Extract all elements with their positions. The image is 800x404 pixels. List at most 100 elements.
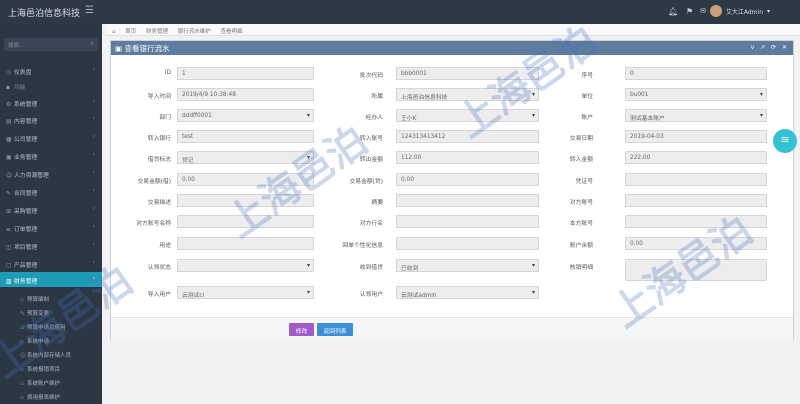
field-input[interactable]: 0 (625, 67, 767, 80)
field-input[interactable]: bbb0001 (396, 67, 539, 80)
sidebar-item-purchase[interactable]: ⊞ 采购管理 ‹ (0, 202, 102, 217)
sidebar-item-project[interactable]: ◫ 项目管理 ‹ (0, 238, 102, 253)
breadcrumb-item[interactable]: 财务管理 (146, 29, 168, 35)
sidebar-item-label: 业务管理 (14, 155, 38, 161)
field-input[interactable]: 0.00 (177, 173, 314, 186)
form-area: ID 1 批次代码 bbb0001 序号 0 导入时间 2019/4/9 10:38:48 所属… (111, 55, 793, 325)
field-select[interactable] (177, 259, 314, 272)
field-select[interactable]: 上海邑泊信息科技 (396, 88, 539, 101)
sidebar-item-label: 财务管理 (14, 279, 38, 285)
field-input[interactable]: test (177, 130, 314, 143)
user-menu[interactable]: ✉ 艾大江Admin ▾ (700, 5, 770, 17)
float-menu-button[interactable]: ≡ (773, 129, 797, 153)
sidebar-subitem[interactable]: ✎ 预算变更 (0, 306, 102, 318)
breadcrumb-item[interactable]: 首页 (125, 29, 136, 35)
search-icon[interactable]: ⌕ (91, 40, 94, 48)
sidebar-item-finance[interactable]: ▥ 财务管理 ‹ (0, 272, 102, 287)
field-select[interactable]: 云测试cl (177, 286, 314, 299)
field-label: 转入金额 (569, 157, 593, 163)
sidebar-subitem-label: 系统报销项目 (27, 367, 61, 373)
sidebar-subitem[interactable]: ▫ 预算申请及使用 (0, 320, 102, 332)
sidebar-item-hr[interactable]: ☺ 人力资源管理 ‹ (0, 166, 102, 181)
field-label: 转入账号 (359, 136, 383, 142)
field-input[interactable]: 2019-04-03 (625, 130, 767, 143)
field-label: 交易金额(借) (137, 179, 171, 185)
field-select[interactable]: 王小K (396, 109, 539, 122)
back-to-list-button[interactable]: 返回列表 (317, 323, 353, 336)
panel-title: 查看银行流水 (124, 44, 170, 53)
field-select[interactable]: 贷记 (177, 151, 314, 164)
field-input[interactable]: 222.00 (625, 151, 767, 164)
sidebar-item-label: 公司管理 (14, 137, 38, 143)
sidebar-item-company[interactable]: ▦ 公司管理 ‹ (0, 130, 102, 145)
gear-icon: ⚙ (6, 102, 12, 108)
mail-icon[interactable]: ✉ (700, 7, 706, 15)
sidebar-subitem-label: 系统账户维护 (27, 381, 61, 387)
flag-icon[interactable]: ⚑ (686, 7, 693, 16)
sidebar-subitem[interactable]: ▫ 系统账户维护 (0, 376, 102, 388)
field-select[interactable]: dddff0001 (177, 109, 314, 122)
sidebar-item-contract[interactable]: ✎ 合同管理 ‹ (0, 184, 102, 199)
search-placeholder: 搜索... (8, 43, 25, 49)
project-icon: ◫ (6, 245, 12, 251)
field-label: 转入银行 (147, 136, 171, 142)
sidebar-search-input[interactable]: 搜索... ⌕ (4, 38, 98, 51)
sidebar-item-label: 项目管理 (14, 245, 38, 251)
chevron-left-icon: ‹ (92, 224, 95, 230)
edit-icon: ✎ (20, 311, 25, 317)
sidebar-subitem[interactable]: ▫ 费用报表维护 (0, 390, 102, 402)
field-input[interactable] (177, 237, 314, 250)
field-textarea[interactable] (625, 259, 767, 281)
sidebar-item-product[interactable]: ▢ 产品管理 ‹ (0, 256, 102, 271)
chevron-left-icon: ‹ (92, 206, 95, 212)
field-input[interactable] (625, 215, 767, 228)
cart-icon: ⊞ (6, 209, 11, 215)
field-label: 账户余额 (569, 243, 593, 249)
panel-tools[interactable]: v ↗ ⟳ ✕ (751, 44, 789, 51)
field-label: 借贷标志 (147, 157, 171, 163)
sidebar-item-label: 系统管理 (14, 102, 38, 108)
menu-toggle-icon[interactable]: ☰ (85, 5, 94, 16)
field-input[interactable] (625, 173, 767, 186)
sidebar-section-label: 功能 (14, 85, 26, 91)
field-select[interactable]: 已收到 (396, 259, 539, 272)
field-input[interactable] (177, 215, 314, 228)
edit-button[interactable]: 修改 (289, 323, 314, 336)
sidebar-subitem[interactable]: ▫ 系统申请 (0, 334, 102, 346)
avatar (709, 5, 722, 17)
home-icon[interactable]: ⌂ (112, 29, 116, 35)
field-input[interactable] (625, 194, 767, 207)
brand-title: 上海邑泊信息科技 (8, 9, 81, 19)
sidebar-subitem[interactable]: ▫ 预算编制 (0, 292, 102, 304)
panel-header: ▣ 查看银行流水 v ↗ ⟳ ✕ (111, 41, 793, 55)
field-input[interactable]: 1 (177, 67, 314, 80)
field-input[interactable]: 112.00 (396, 151, 539, 164)
sidebar-item-dashboard[interactable]: ◷ 仪表盘 ‹ (0, 63, 102, 78)
field-input[interactable]: 0.00 (396, 173, 539, 186)
contract-icon: ✎ (6, 191, 11, 197)
field-input[interactable]: 124313413412 (396, 130, 539, 143)
doc-icon: ▫ (20, 297, 24, 303)
chevron-down-icon: ‹ (92, 276, 95, 282)
field-label: ID (164, 70, 171, 76)
field-input[interactable] (396, 194, 539, 207)
users-icon: ☺ (6, 173, 13, 179)
sidebar-subitem[interactable]: ☺系统内部存储人员 (0, 348, 102, 360)
field-input[interactable] (396, 237, 539, 250)
sidebar-item-system[interactable]: ⚙ 系统管理 ‹ (0, 95, 102, 110)
bell-icon[interactable]: 🔔︎ (668, 7, 678, 16)
field-select[interactable]: 云测试admin (396, 286, 539, 299)
field-input[interactable] (177, 194, 314, 207)
field-input[interactable] (396, 215, 539, 228)
sidebar-subitem[interactable]: ▫ 系统报销项目 (0, 362, 102, 374)
breadcrumb-item[interactable]: 银行流水维护 (178, 29, 211, 35)
field-select[interactable]: bu001 (625, 88, 767, 101)
sidebar-item-order[interactable]: ≡ 订单管理 ‹ (0, 220, 102, 235)
chevron-left-icon: ‹ (92, 260, 95, 266)
sidebar-item-content[interactable]: ▤ 内容管理 ‹ (0, 112, 102, 127)
sidebar-item-business[interactable]: ▣ 业务管理 ‹ (0, 148, 102, 163)
field-input[interactable]: 2019/4/9 10:38:48 (177, 88, 314, 101)
panel-footer: 修改 返回列表 (111, 317, 793, 341)
field-select[interactable]: 测试基本账户 (625, 109, 767, 122)
field-input[interactable]: 0.00 (625, 237, 767, 250)
